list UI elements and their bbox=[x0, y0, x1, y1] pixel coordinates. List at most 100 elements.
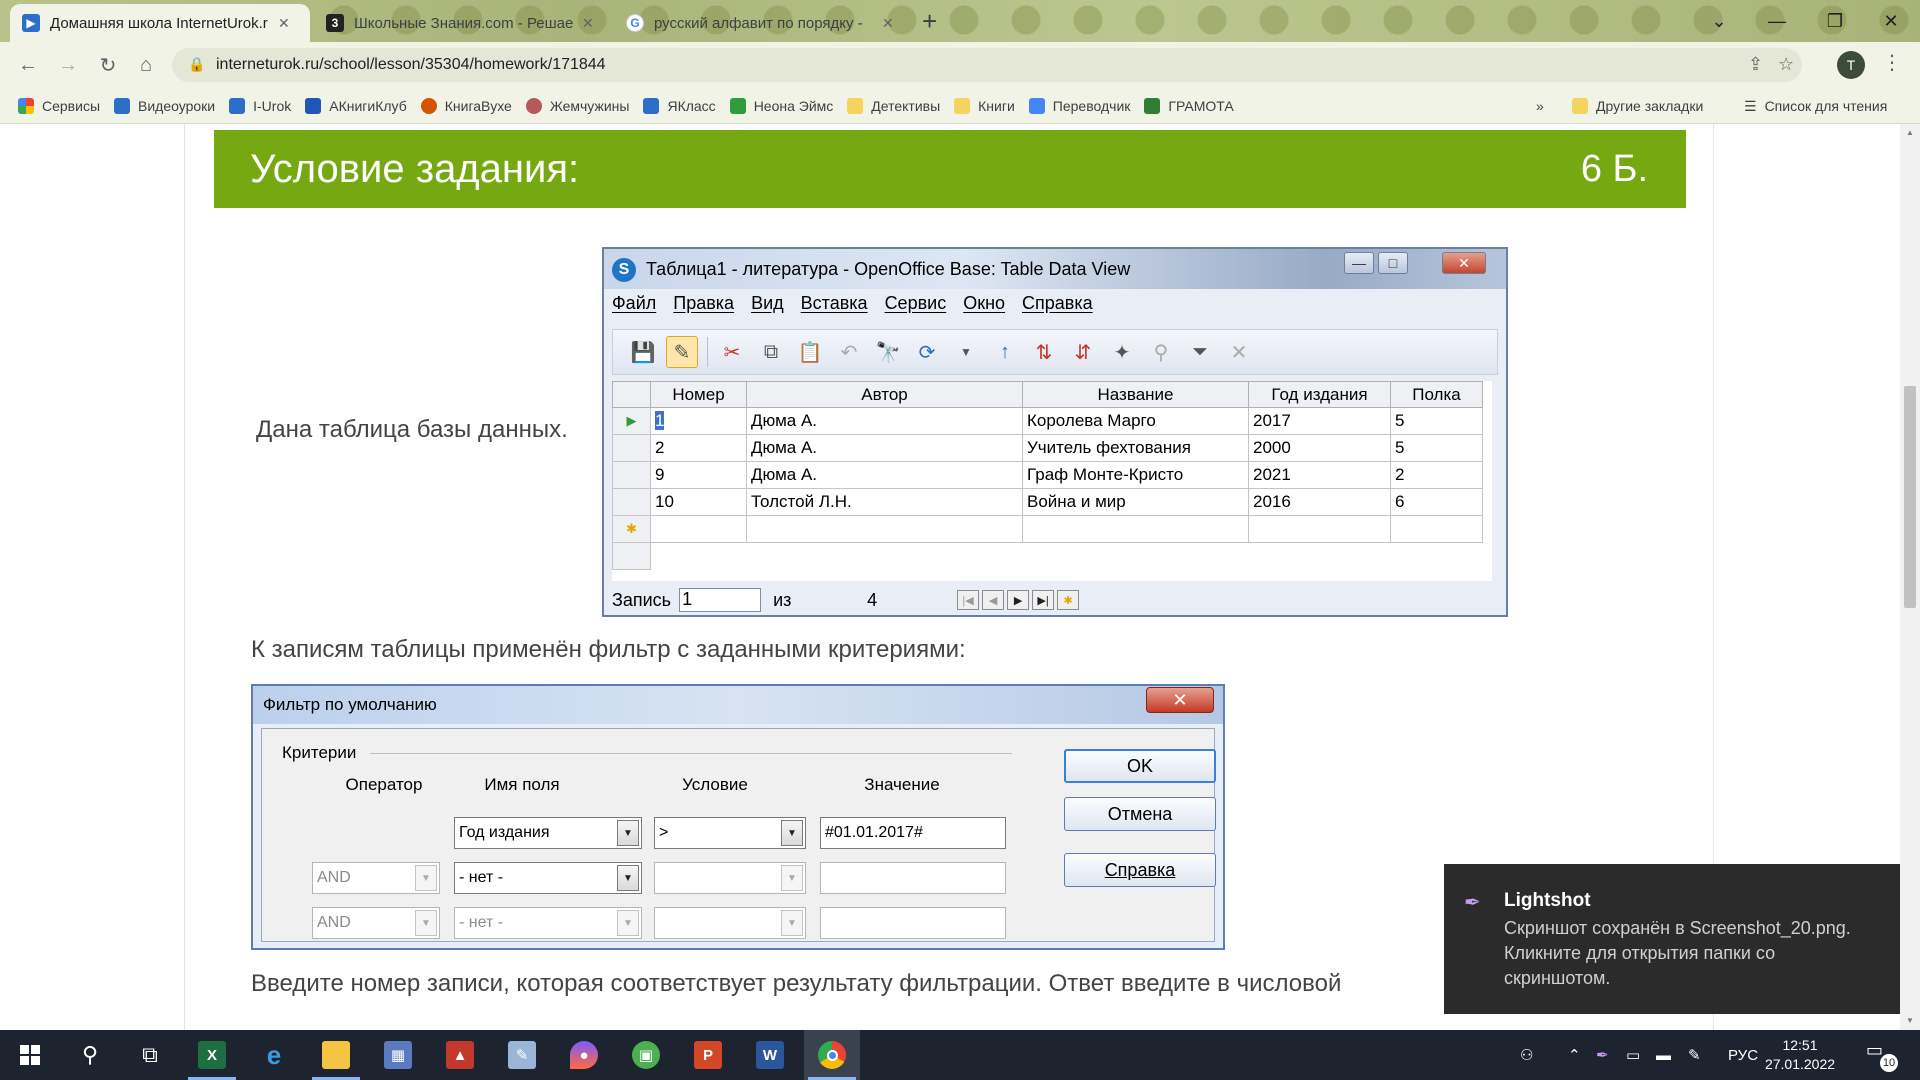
table-cell: Учитель фехтования bbox=[1022, 434, 1249, 462]
reading-list-icon: ☰ bbox=[1744, 97, 1757, 114]
chrome-icon[interactable] bbox=[804, 1030, 860, 1080]
copy-icon: ⧉ bbox=[763, 340, 779, 363]
minimize-button[interactable]: — bbox=[1748, 0, 1806, 42]
edge-icon[interactable]: e bbox=[246, 1030, 302, 1080]
word-icon[interactable]: W bbox=[742, 1030, 798, 1080]
operator-header: Оператор bbox=[345, 775, 423, 794]
condition-select-2: ▼ bbox=[654, 862, 806, 894]
tab-title: Домашняя школа InternetUrok.r bbox=[50, 14, 268, 32]
bookmark-item[interactable]: КнигаВухе bbox=[420, 97, 512, 114]
bookmark-item[interactable]: Жемчужины bbox=[525, 97, 629, 114]
lightshot-notification[interactable]: ✒ Lightshot Скриншот сохранён в Screensh… bbox=[1444, 864, 1900, 1014]
minecraft-icon[interactable]: ▣ bbox=[618, 1030, 674, 1080]
dropdown-arrow-icon: ▼ bbox=[960, 345, 972, 359]
table-cell: 2016 bbox=[1248, 488, 1391, 516]
search-icon[interactable]: ⚲ bbox=[62, 1030, 118, 1080]
system-clock[interactable]: 12:51 27.01.2022 bbox=[1762, 1036, 1838, 1074]
back-button[interactable]: ← bbox=[14, 51, 42, 79]
operator-select-2: AND ▼ bbox=[312, 862, 440, 894]
lock-icon[interactable]: 🔒 bbox=[188, 56, 205, 73]
dropdown-arrow-icon: ▼ bbox=[781, 865, 803, 891]
reading-list-button[interactable]: ☰ Список для чтения bbox=[1744, 88, 1887, 124]
address-bar[interactable]: 🔒 interneturok.ru/school/lesson/35304/ho… bbox=[172, 48, 1802, 82]
criteria-group-label: Критерии bbox=[282, 743, 361, 763]
chevron-up-icon[interactable]: ⌃ bbox=[1568, 1030, 1581, 1080]
table-cell: 10 bbox=[650, 488, 747, 516]
task-view-icon[interactable]: ⧉ bbox=[122, 1030, 178, 1080]
table-cell: 2 bbox=[650, 434, 747, 462]
tab-znania[interactable]: 3 Школьные Знания.com - Решае ✕ bbox=[314, 4, 614, 42]
windows-logo-icon bbox=[20, 1045, 40, 1065]
record-label: Запись bbox=[612, 589, 672, 610]
app-icon[interactable]: ▲ bbox=[432, 1030, 488, 1080]
bookmark-item[interactable]: Сервисы bbox=[18, 97, 100, 114]
pen-icon[interactable]: ✎ bbox=[1688, 1030, 1701, 1080]
find-icon: 🔭 bbox=[875, 341, 901, 364]
oo-title-bar: S Таблица1 - литература - OpenOffice Bas… bbox=[604, 249, 1506, 289]
column-header: Автор bbox=[746, 381, 1023, 408]
tab-google[interactable]: G русский алфавит по порядку - ✕ bbox=[614, 4, 914, 42]
task-title: Условие задания: bbox=[250, 146, 580, 191]
scroll-up-icon[interactable]: ▲ bbox=[1906, 128, 1914, 137]
home-button[interactable]: ⌂ bbox=[132, 51, 160, 79]
bookmark-item[interactable]: Переводчик bbox=[1028, 97, 1130, 114]
condition-header: Условие bbox=[682, 775, 748, 794]
folder-icon bbox=[847, 97, 864, 114]
of-label: из bbox=[773, 589, 792, 610]
bookmark-item[interactable]: Видеоуроки bbox=[114, 97, 215, 114]
language-indicator[interactable]: РУС bbox=[1728, 1030, 1758, 1080]
close-icon[interactable]: ✕ bbox=[582, 15, 594, 32]
new-tab-button[interactable]: + bbox=[922, 6, 937, 37]
paint3d-icon[interactable]: ● bbox=[556, 1030, 612, 1080]
other-bookmarks-folder[interactable]: Другие закладки bbox=[1572, 88, 1703, 124]
column-header: Год издания bbox=[1248, 381, 1391, 408]
close-icon[interactable]: ✕ bbox=[278, 15, 290, 32]
first-record-icon: |◀ bbox=[957, 590, 980, 610]
bookmark-folder[interactable]: Книги bbox=[954, 97, 1015, 114]
powerpoint-icon[interactable]: P bbox=[680, 1030, 736, 1080]
oo-menu-bar: Файл Правка Вид Вставка Сервис Окно Спра… bbox=[612, 293, 1110, 323]
table-cell: 6 bbox=[1390, 488, 1483, 516]
scroll-down-icon[interactable]: ▼ bbox=[1906, 1016, 1914, 1025]
close-window-button[interactable]: ✕ bbox=[1862, 0, 1920, 42]
tab-search-button[interactable]: ⌄ bbox=[1690, 0, 1748, 42]
play-icon bbox=[114, 97, 131, 114]
bookmark-item[interactable]: ЯКласс bbox=[643, 97, 716, 114]
internet-urok-icon: ▶ bbox=[22, 14, 40, 32]
calculator-icon[interactable]: ▦ bbox=[370, 1030, 426, 1080]
close-icon[interactable]: ✕ bbox=[882, 15, 894, 32]
bookmark-item[interactable]: АКнигиКлуб bbox=[305, 97, 407, 114]
restore-button[interactable]: ❐ bbox=[1806, 0, 1864, 42]
notifications-icon[interactable]: ▭ 10 bbox=[1866, 1040, 1898, 1072]
forward-button[interactable]: → bbox=[54, 51, 82, 79]
reload-button[interactable]: ↻ bbox=[94, 51, 122, 79]
file-explorer-icon[interactable] bbox=[308, 1030, 364, 1080]
battery-icon[interactable]: ▬ bbox=[1656, 1030, 1671, 1080]
excel-icon[interactable]: X bbox=[184, 1030, 240, 1080]
oo-menu-file: Файл bbox=[612, 293, 657, 313]
bookmark-item[interactable]: ГРАМОТА bbox=[1144, 97, 1234, 114]
bookmark-star-icon[interactable]: ☆ bbox=[1778, 54, 1794, 75]
page-scrollbar[interactable]: ▲ ▼ bbox=[1900, 124, 1920, 1030]
profile-avatar[interactable]: T bbox=[1837, 51, 1865, 79]
table-cell: 1 bbox=[650, 407, 747, 435]
oo-toolbar: 💾 ✎ ✂ ⧉ 📋 ↶ 🔭 ⟳ ▼ ↑ ⇅ ⇵ ✦ ⚲ ⏷ ✕ bbox=[612, 329, 1498, 375]
task-banner: Условие задания: 6 Б. bbox=[214, 130, 1686, 208]
more-bookmarks-button[interactable]: » bbox=[1536, 88, 1544, 124]
lightshot-tray-icon[interactable]: ✒ bbox=[1596, 1030, 1609, 1080]
bookmark-folder[interactable]: Детективы bbox=[847, 97, 940, 114]
edit-icon: ✎ bbox=[666, 336, 698, 368]
network-icon[interactable]: ▭ bbox=[1626, 1030, 1640, 1080]
bookmark-item[interactable]: Неона Эймс bbox=[729, 97, 833, 114]
start-button[interactable] bbox=[2, 1030, 58, 1080]
paint-icon[interactable]: ✎ bbox=[494, 1030, 550, 1080]
grid-header-row: Номер Автор Название Год издания Полка bbox=[612, 381, 1483, 408]
scroll-thumb[interactable] bbox=[1904, 386, 1916, 608]
table-row: 2 Дюма А. Учитель фехтования 2000 5 bbox=[612, 434, 1483, 462]
bookmark-item[interactable]: I-Urok bbox=[229, 97, 291, 114]
row-header-corner bbox=[612, 381, 651, 408]
people-icon[interactable]: ⚇ bbox=[1520, 1030, 1533, 1080]
share-icon[interactable]: ⇪ bbox=[1748, 54, 1763, 75]
tab-interneturok[interactable]: ▶ Домашняя школа InternetUrok.r ✕ bbox=[10, 4, 310, 42]
menu-icon[interactable]: ⋮ bbox=[1882, 50, 1902, 75]
